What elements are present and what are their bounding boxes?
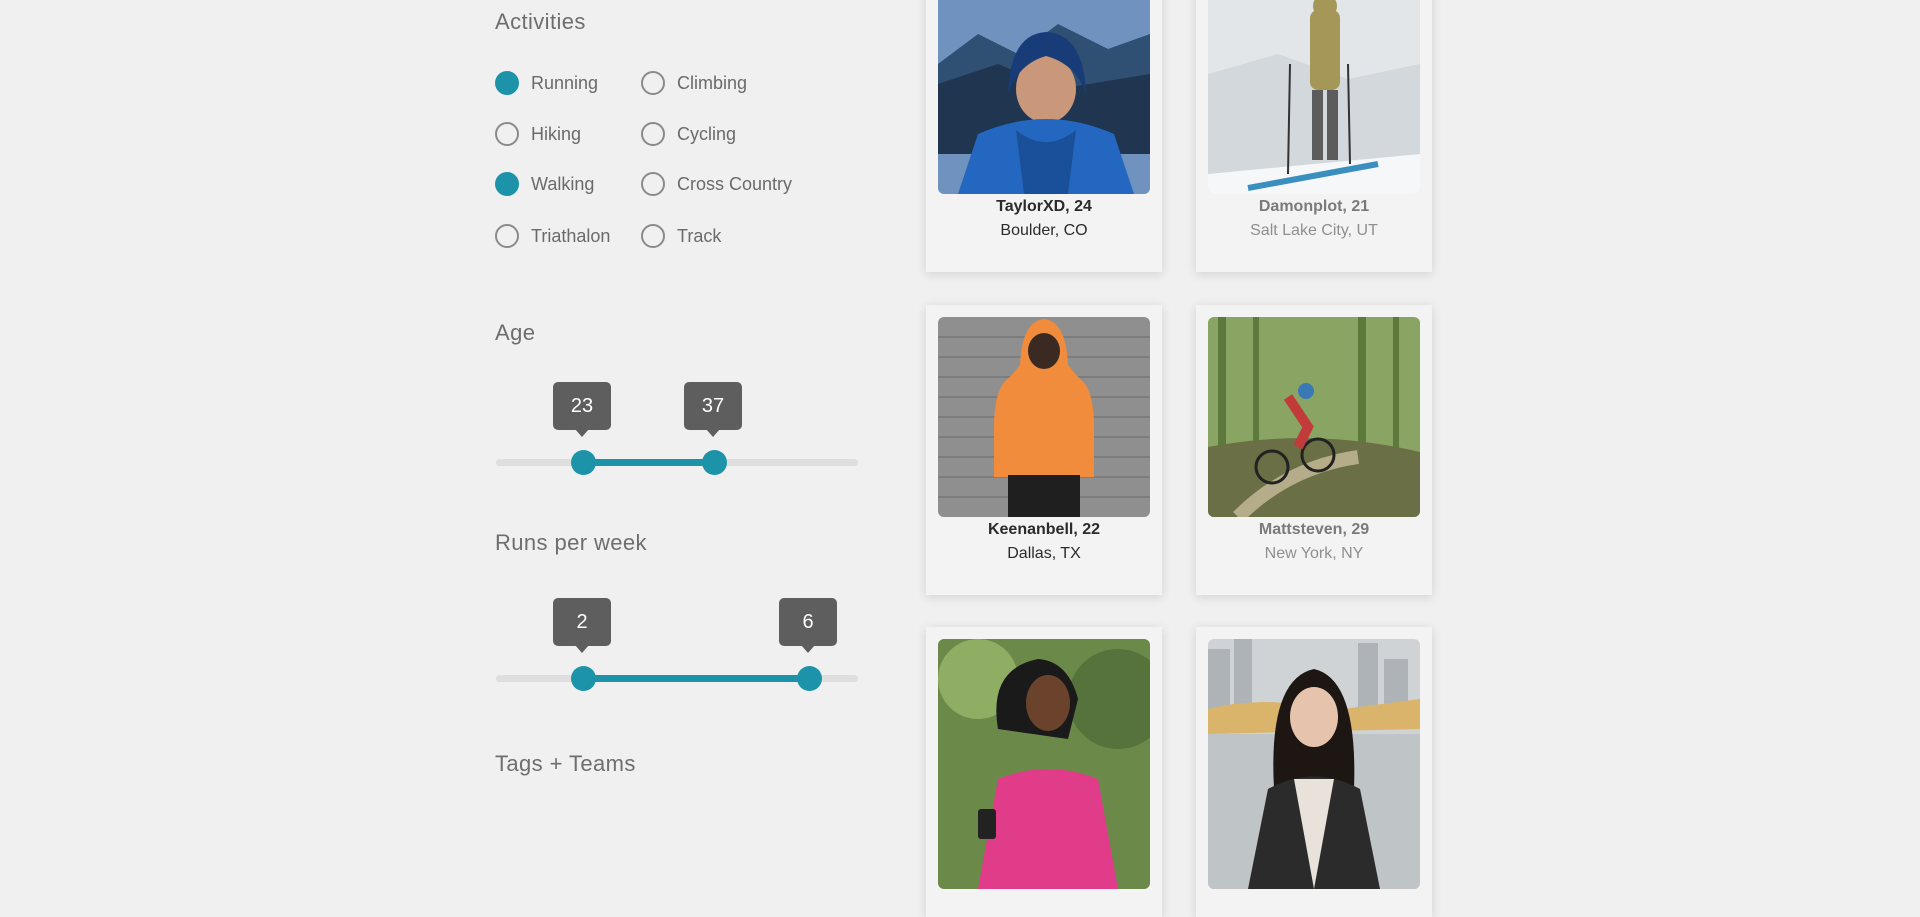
age-max-handle[interactable] [701, 450, 727, 475]
runs-max-handle[interactable] [796, 666, 822, 691]
radio-icon[interactable] [641, 224, 665, 248]
activity-running[interactable]: Running [495, 71, 598, 95]
profile-card[interactable] [1196, 627, 1432, 917]
activity-label: Hiking [531, 123, 582, 144]
profile-name: TaylorXD, 24 [996, 198, 1092, 215]
profile-name: Keenanbell, 22 [987, 521, 1101, 538]
activity-label: Triathalon [531, 225, 611, 246]
radio-icon[interactable] [495, 122, 519, 146]
radio-icon[interactable] [641, 71, 665, 95]
activity-label: Cross Country [677, 173, 793, 194]
slider-range-fill [583, 459, 714, 466]
tags-teams-title: Tags + Teams [495, 751, 636, 776]
activity-cross-country[interactable]: Cross Country [641, 172, 792, 196]
activity-hiking[interactable]: Hiking [495, 122, 581, 146]
profile-photo [1208, 0, 1420, 194]
slider-range-fill [583, 675, 809, 682]
age-max-tooltip: 37 [684, 382, 742, 437]
age-range-slider[interactable] [496, 442, 858, 482]
profile-name: Damonplot, 21 [1258, 198, 1370, 215]
profile-location: New York, NY [1264, 545, 1364, 562]
profile-card[interactable] [926, 627, 1162, 917]
activity-triathalon[interactable]: Triathalon [495, 224, 610, 248]
profile-card[interactable]: TaylorXD, 24 Boulder, CO [926, 0, 1162, 272]
radio-checked-icon[interactable] [495, 172, 519, 196]
profile-photo [938, 0, 1150, 194]
activities-title: Activities [495, 9, 586, 34]
activity-label: Climbing [677, 72, 748, 93]
profile-photo [938, 317, 1150, 517]
age-title: Age [495, 320, 536, 345]
radio-icon[interactable] [495, 224, 519, 248]
age-min-handle[interactable] [570, 450, 596, 475]
activity-label: Walking [531, 173, 595, 194]
activity-label: Cycling [677, 123, 737, 144]
runs-max-tooltip: 6 [779, 598, 837, 653]
radio-icon[interactable] [641, 122, 665, 146]
runs-per-week-title: Runs per week [495, 530, 647, 555]
profile-photo [1208, 317, 1420, 517]
activity-label: Track [677, 225, 722, 246]
profile-photo [938, 639, 1150, 889]
runs-range-slider[interactable] [496, 658, 858, 698]
activity-walking[interactable]: Walking [495, 172, 594, 196]
age-min-tooltip: 23 [553, 382, 611, 437]
activity-cycling[interactable]: Cycling [641, 122, 736, 146]
profile-card[interactable]: Mattsteven, 29 New York, NY [1196, 305, 1432, 595]
profile-location: Salt Lake City, UT [1250, 222, 1378, 239]
radio-checked-icon[interactable] [495, 71, 519, 95]
runs-min-handle[interactable] [570, 666, 596, 691]
profile-location: Dallas, TX [1007, 545, 1081, 562]
runs-min-tooltip: 2 [553, 598, 611, 653]
activity-track[interactable]: Track [641, 224, 721, 248]
profile-card[interactable]: Keenanbell, 22 Dallas, TX [926, 305, 1162, 595]
profile-photo [1208, 639, 1420, 889]
profile-location: Boulder, CO [1000, 222, 1088, 239]
radio-icon[interactable] [641, 172, 665, 196]
profile-name: Mattsteven, 29 [1258, 521, 1370, 538]
activity-climbing[interactable]: Climbing [641, 71, 747, 95]
activity-label: Running [531, 72, 599, 93]
profile-card[interactable]: Damonplot, 21 Salt Lake City, UT [1196, 0, 1432, 272]
